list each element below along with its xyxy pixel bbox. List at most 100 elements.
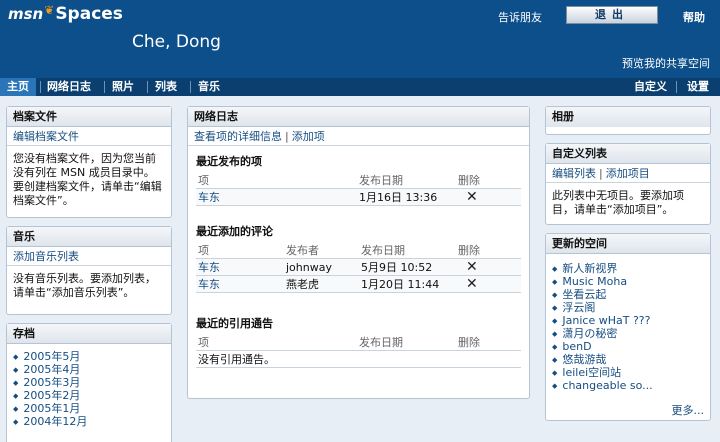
comment-author: johnway [286, 261, 332, 274]
nav-divider [676, 81, 677, 93]
space-link[interactable]: 坐看云起 [552, 288, 704, 301]
tab-settings[interactable]: 设置 [680, 78, 716, 96]
archive-item[interactable]: 2005年2月 [13, 389, 165, 402]
space-owner-name: Che, Dong [132, 32, 221, 52]
item-date: 1月16日 13:36 [359, 191, 438, 204]
recent-comments-table: 项 发布者 发布日期 删除 车东 johnway 5月9日 10:52 ✕ 车东… [196, 242, 521, 293]
recent-items-table: 项 发布日期 删除 车东 1月16日 13:36 ✕ [196, 172, 521, 206]
space-link[interactable]: 悠哉游哉 [552, 353, 704, 366]
tab-blog[interactable]: 网络日志 [40, 78, 98, 96]
updated-spaces-list: 新人新视界 Music Moha 坐看云起 浮云阁 Janice wHaT ??… [546, 254, 710, 398]
archive-item[interactable]: 2004年12月 [13, 415, 165, 428]
tab-music[interactable]: 音乐 [191, 78, 227, 96]
table-row: 车东 燕老虎 1月20日 11:44 ✕ [196, 276, 521, 293]
logo-spaces-text: Spaces [55, 4, 123, 24]
view-item-details-link[interactable]: 查看项的详细信息 [194, 130, 282, 143]
space-link[interactable]: 新人新视界 [552, 262, 704, 275]
tab-photos[interactable]: 照片 [105, 78, 141, 96]
archive-title: 存档 [7, 324, 171, 344]
col-delete: 删除 [458, 244, 480, 257]
logo-msn-text: msn [8, 5, 44, 23]
archive-item[interactable]: 2005年1月 [13, 402, 165, 415]
signout-button[interactable]: 退出 [566, 6, 658, 24]
blog-panel: 网络日志 查看项的详细信息 | 添加项 最近发布的项 项 发布日期 删除 车东 1月… [187, 106, 530, 399]
trackbacks-heading: 最近的引用通告 [196, 317, 273, 330]
table-header: 项 发布日期 删除 [196, 172, 521, 189]
archive-item[interactable]: 2005年4月 [13, 363, 165, 376]
blog-title: 网络日志 [188, 107, 529, 127]
help-link[interactable]: 帮助 [683, 9, 705, 25]
delete-icon[interactable]: ✕ [466, 189, 478, 206]
tab-home[interactable]: 主页 [0, 78, 36, 96]
butterfly-icon: ❦ [44, 3, 55, 17]
link-divider: | [599, 167, 603, 180]
add-music-list-link[interactable]: 添加音乐列表 [7, 247, 171, 266]
edit-list-link[interactable]: 编辑列表 [552, 167, 596, 180]
more-spaces-link[interactable]: 更多... [546, 402, 710, 418]
space-link[interactable]: Janice wHaT ??? [552, 314, 704, 327]
custom-list-body: 此列表中无项目。要添加项目，请单击“添加项目”。 [552, 189, 684, 216]
comment-date: 5月9日 10:52 [361, 261, 433, 274]
col-item: 项 [198, 244, 209, 257]
space-link[interactable]: benD [552, 340, 704, 353]
space-link[interactable]: changeable so... [552, 379, 704, 392]
table-header: 项 发布日期 删除 [196, 334, 521, 351]
item-link[interactable]: 车东 [198, 259, 220, 276]
delete-icon[interactable]: ✕ [466, 259, 478, 276]
archive-item[interactable]: 2005年3月 [13, 376, 165, 389]
music-panel: 音乐 添加音乐列表 没有音乐列表。要添加列表，请单击“添加音乐列表”。 [6, 226, 172, 315]
page-header: msn❦Spaces Che, Dong 告诉朋友 退出 帮助 预览我的共享空间 [0, 0, 720, 78]
archive-item[interactable]: 2005年5月 [13, 350, 165, 363]
comment-date: 1月20日 11:44 [361, 278, 440, 291]
add-item-link[interactable]: 添加项 [292, 130, 325, 143]
custom-list-title: 自定义列表 [546, 144, 710, 164]
main-nav: 主页 网络日志 照片 列表 音乐 自定义 设置 [0, 78, 720, 96]
space-link[interactable]: Music Moha [552, 275, 704, 288]
album-title: 相册 [546, 107, 710, 127]
table-header: 项 发布者 发布日期 删除 [196, 242, 521, 259]
item-link[interactable]: 车东 [198, 189, 220, 206]
empty-message: 没有引用通告。 [198, 353, 275, 366]
empty-row: 没有引用通告。 [196, 351, 521, 368]
updated-spaces-title: 更新的空间 [546, 234, 710, 254]
edit-profile-link-text[interactable]: 编辑档案文件 [13, 130, 79, 143]
recent-items-heading: 最近发布的项 [196, 155, 262, 168]
profile-body: 您没有档案文件，因为您当前没有列在 MSN 成员目录中。要创建档案文件，请单击“… [13, 152, 162, 207]
add-music-list-link-text[interactable]: 添加音乐列表 [13, 250, 79, 263]
comment-author: 燕老虎 [286, 278, 319, 291]
tab-lists[interactable]: 列表 [148, 78, 184, 96]
blog-actions: 查看项的详细信息 | 添加项 [188, 127, 529, 146]
col-delete: 删除 [458, 336, 480, 349]
tab-customize[interactable]: 自定义 [627, 78, 674, 96]
album-panel: 相册 [545, 106, 711, 135]
edit-profile-link[interactable]: 编辑档案文件 [7, 127, 171, 146]
music-title: 音乐 [7, 227, 171, 247]
delete-icon[interactable]: ✕ [466, 276, 478, 293]
col-date: 发布日期 [359, 174, 403, 187]
updated-spaces-panel: 更新的空间 新人新视界 Music Moha 坐看云起 浮云阁 Janice w… [545, 233, 711, 421]
table-row: 车东 johnway 5月9日 10:52 ✕ [196, 259, 521, 276]
custom-list-panel: 自定义列表 编辑列表 | 添加项目 此列表中无项目。要添加项目，请单击“添加项目”。 [545, 143, 711, 225]
col-date: 发布日期 [359, 336, 403, 349]
archive-list: 2005年5月 2005年4月 2005年3月 2005年2月 2005年1月 … [7, 344, 171, 434]
col-delete: 删除 [458, 174, 480, 187]
space-link[interactable]: 潇月の秘密 [552, 327, 704, 340]
msn-spaces-logo[interactable]: msn❦Spaces [8, 3, 123, 24]
preview-space-link[interactable]: 预览我的共享空间 [622, 55, 710, 71]
space-link[interactable]: leilei空间站 [552, 366, 704, 379]
col-item: 项 [198, 174, 209, 187]
col-author: 发布者 [286, 244, 319, 257]
add-list-item-link[interactable]: 添加项目 [606, 167, 650, 180]
trackbacks-table: 项 发布日期 删除 没有引用通告。 [196, 334, 521, 368]
link-divider: | [285, 130, 289, 143]
space-link[interactable]: 浮云阁 [552, 301, 704, 314]
music-body: 没有音乐列表。要添加列表，请单击“添加音乐列表”。 [13, 272, 156, 299]
profile-title: 档案文件 [7, 107, 171, 127]
col-item: 项 [198, 336, 209, 349]
tell-friend-link[interactable]: 告诉朋友 [498, 9, 542, 25]
profile-panel: 档案文件 编辑档案文件 您没有档案文件，因为您当前没有列在 MSN 成员目录中。… [6, 106, 172, 218]
item-link[interactable]: 车东 [198, 276, 220, 293]
archive-panel: 存档 2005年5月 2005年4月 2005年3月 2005年2月 2005年… [6, 323, 172, 442]
col-date: 发布日期 [361, 244, 405, 257]
table-row: 车东 1月16日 13:36 ✕ [196, 189, 521, 206]
